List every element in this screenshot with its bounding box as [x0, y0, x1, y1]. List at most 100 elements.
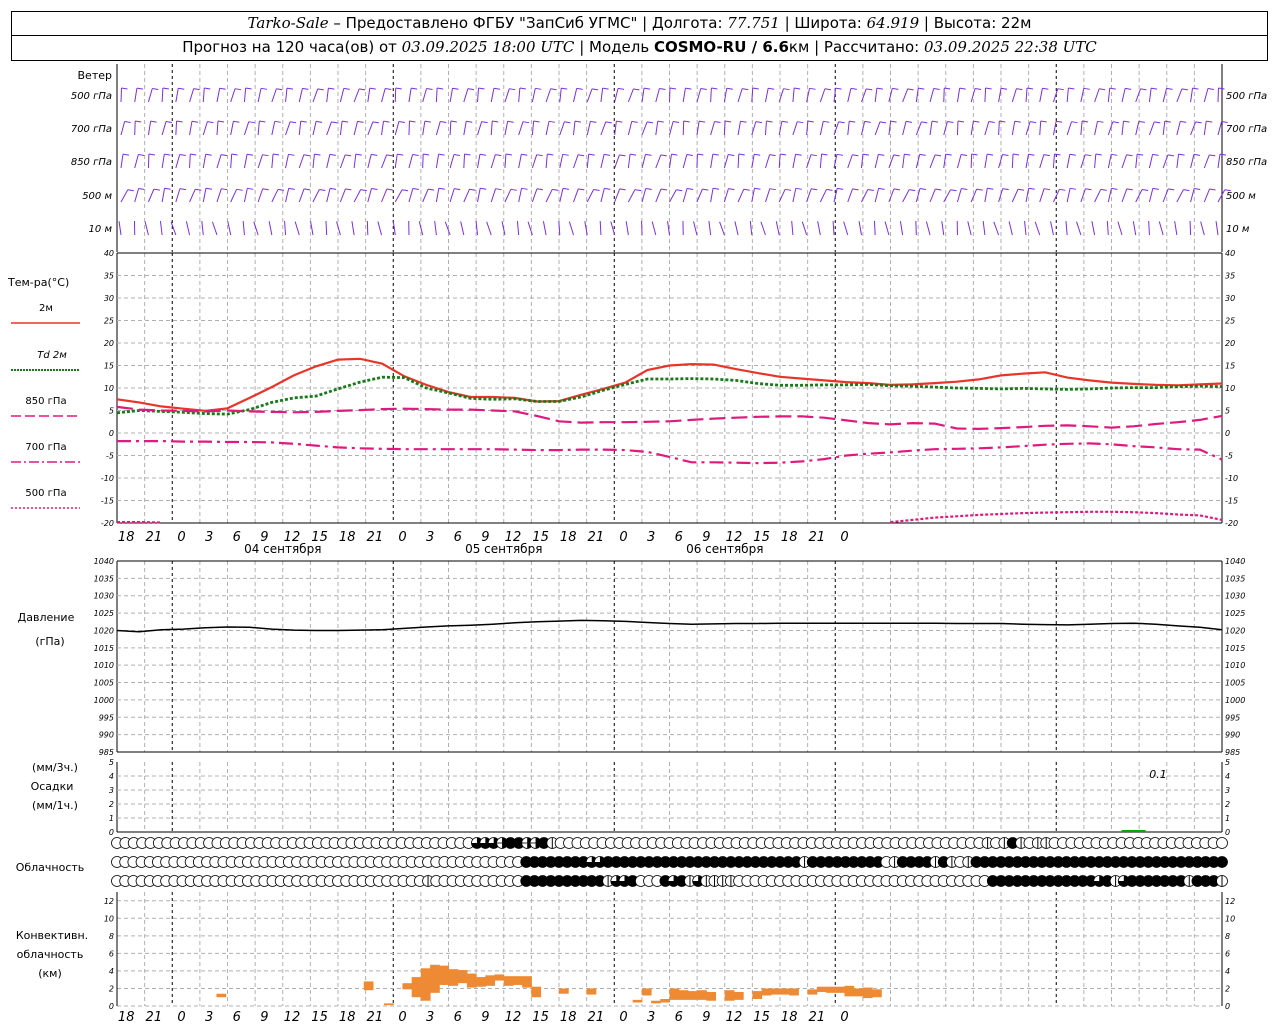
wind-barb	[477, 121, 483, 136]
wind-barb-feather	[345, 188, 352, 191]
wind-barb-feather	[683, 120, 690, 123]
wind-barb-feather	[1164, 120, 1171, 123]
wind-barb	[819, 189, 827, 203]
wind-barb	[230, 153, 233, 169]
conv-bar	[586, 988, 597, 995]
wind-barb-feather	[574, 120, 582, 123]
wind-barb-feather	[892, 87, 899, 90]
wind-barb	[326, 154, 331, 169]
wind-barb	[504, 153, 507, 169]
wind-barb	[1025, 121, 1031, 136]
wind-barb	[1190, 154, 1195, 169]
wind-barb	[1025, 154, 1029, 169]
wind-barb-feather	[342, 120, 349, 123]
temp-tick-left: 15	[104, 362, 114, 371]
wind-barb	[1121, 88, 1126, 103]
wind-barb-feather	[124, 120, 131, 123]
temp-tick-left: 35	[104, 272, 114, 281]
wind-barb	[490, 188, 497, 203]
wind-barb-feather	[700, 88, 707, 91]
wind-barb	[710, 121, 715, 136]
wind-barb-feather	[372, 121, 379, 124]
wind-barb-feather	[712, 153, 719, 156]
wind-barb	[586, 121, 591, 136]
wind-barb-feather	[1095, 153, 1102, 156]
wind-barb	[874, 121, 881, 136]
wind-barb	[982, 221, 986, 236]
wind-barb-feather	[838, 121, 845, 124]
wind-barb-feather	[591, 88, 599, 91]
wind-barb-feather	[121, 87, 128, 90]
wind-barb-feather	[826, 188, 833, 191]
wind-barb-feather	[245, 87, 252, 90]
wind-barb	[312, 88, 319, 103]
wind-barb-feather	[1167, 154, 1175, 157]
wind-barb-feather	[726, 87, 733, 90]
conv-bar	[807, 989, 818, 995]
wind-barb	[1039, 154, 1045, 169]
wind-barb-feather	[521, 187, 528, 190]
wind-barb	[641, 154, 646, 169]
wind-barb-feather	[426, 88, 433, 91]
temp-x-tick: 21	[588, 530, 605, 545]
wind-barb-feather	[697, 153, 704, 156]
wind-barb	[285, 154, 289, 169]
wind-barb	[367, 121, 374, 136]
wind-barb	[655, 188, 662, 203]
wind-barb-feather	[947, 120, 954, 123]
pressure-tick-right: 995	[1225, 713, 1240, 722]
wind-barb	[285, 188, 290, 203]
wind-barb	[1024, 221, 1027, 236]
wind-barb	[134, 188, 140, 203]
wind-barb-feather	[905, 120, 913, 123]
wind-barb	[312, 121, 317, 136]
wind-barb-feather	[1100, 188, 1107, 191]
wind-barb-feather	[466, 120, 473, 123]
conv-bar	[420, 968, 431, 1001]
pressure-title: Давление	[18, 611, 75, 624]
precip-grid	[116, 762, 1223, 832]
wind-barb-feather	[1181, 88, 1188, 91]
wind-barb	[586, 189, 595, 203]
wind-barb	[874, 154, 879, 169]
wind-barb	[312, 154, 315, 169]
temp-tick-left: 0	[109, 429, 114, 438]
wind-barb	[1148, 154, 1154, 169]
wind-barb	[1217, 189, 1226, 203]
wind-barb	[545, 88, 552, 103]
wind-barb	[516, 221, 520, 236]
conv-bar	[457, 970, 468, 984]
wind-barb-feather	[660, 188, 668, 191]
conv-unit: (км)	[38, 967, 62, 980]
wind-barb-feather	[138, 153, 145, 156]
wind-barb	[696, 188, 703, 203]
wind-barb	[902, 154, 905, 169]
wind-barb-feather	[685, 87, 692, 90]
wind-barb-feather	[522, 121, 530, 124]
wind-barb-feather	[835, 87, 842, 90]
temp-tick-left: -5	[106, 452, 114, 461]
wind-barb	[819, 121, 824, 136]
wind-barb-feather	[878, 187, 885, 190]
wind-barb	[832, 220, 835, 236]
wind-barb-feather	[1154, 121, 1161, 124]
wind-barb	[586, 154, 590, 169]
conv-bar	[448, 969, 459, 986]
wind-barb	[408, 88, 412, 103]
wind-barb-feather	[862, 153, 870, 156]
temp-x-tick: 0	[840, 530, 848, 545]
wind-barb	[792, 88, 795, 103]
pressure-tick-right: 1040	[1225, 557, 1245, 566]
wind-barb-feather	[564, 121, 571, 124]
wind-barb	[899, 221, 904, 236]
wind-barb	[120, 121, 126, 136]
temp-tick-right: 0	[1225, 429, 1230, 438]
wind-barb-feather	[593, 189, 600, 192]
wind-barb-feather	[329, 153, 336, 156]
wind-barb	[847, 88, 852, 103]
wind-barb-feather	[602, 87, 609, 90]
wind-barb-feather	[138, 188, 145, 191]
wind-barb	[477, 87, 480, 103]
wind-barb	[1158, 221, 1164, 236]
wind-barb-feather	[617, 87, 625, 90]
